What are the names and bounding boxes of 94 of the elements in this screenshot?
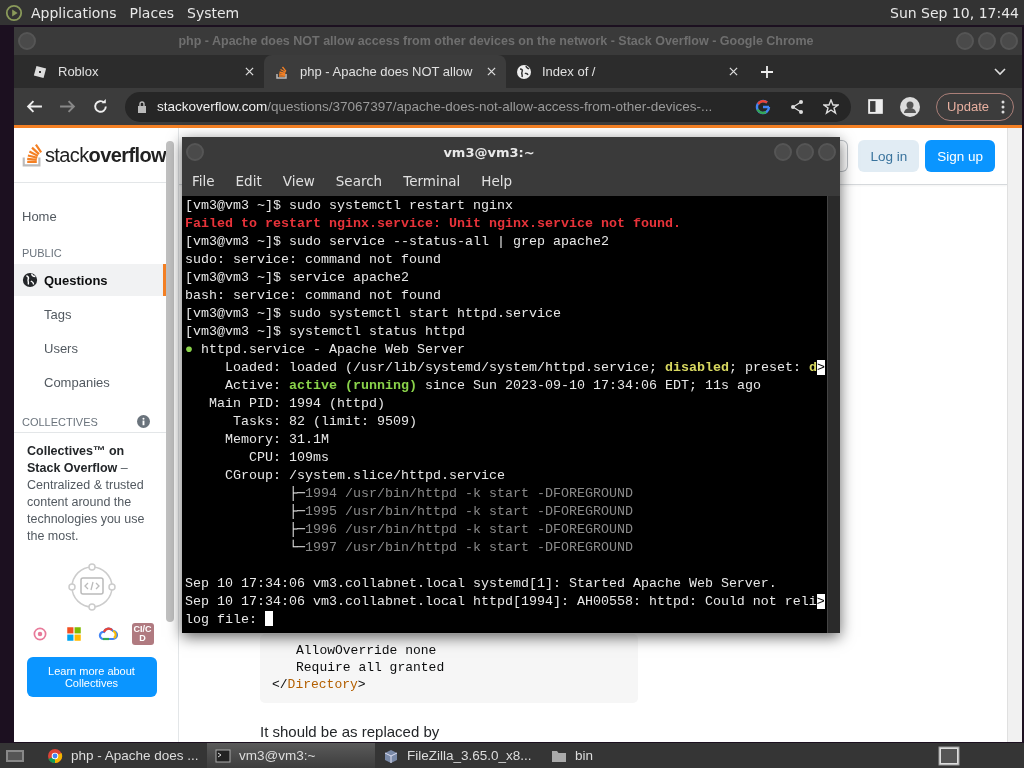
collectives-description: Collectives™ on Stack Overflow – Centralized & trusted content around the technologies you use the most. [27, 443, 146, 545]
terminal-line: log file: [185, 611, 827, 629]
menu-item[interactable]: File [192, 172, 215, 189]
terminal-line: Active: active (running) since Sun 2023-09-10 17:34:06 EDT; 11s ago [224, 377, 762, 395]
scrollbar[interactable] [827, 196, 840, 633]
panel-menu[interactable]: System [187, 4, 240, 21]
terminal-line: [vm3@vm3 ~]$ systemctl status httpd [185, 323, 466, 341]
ci-cd-logo: CI/CD [131, 623, 154, 645]
cloud-logo-icon [97, 625, 118, 643]
taskbar-label: FileZilla_3.65.0_x8... [407, 748, 532, 763]
section-heading: PUBLIC [22, 247, 63, 259]
tab-title: Index of / [542, 64, 597, 79]
share-icon[interactable] [789, 98, 806, 115]
terminal-line: ├─1994 /usr/bin/httpd -k start -DFOREGROUND [287, 485, 634, 503]
menu-item[interactable]: View [282, 172, 315, 189]
info-icon[interactable] [137, 414, 150, 428]
code-line: AllowOverride none [295, 642, 438, 659]
terminal-line: Tasks: 82 (limit: 9509) [232, 413, 418, 431]
log-in-button[interactable]: Log in [858, 140, 920, 172]
terminal-line: Failed to restart nginx.service: Unit nginx.service not found. [185, 215, 682, 233]
scrollbar[interactable] [166, 141, 174, 622]
lock-icon [137, 100, 147, 113]
terminal-line: Sep 10 17:34:06 vm3.collabnet.local systemd[1]: Started Apache Web Server. [185, 575, 778, 593]
menu-logo-icon[interactable] [5, 3, 23, 22]
taskbar-label: php - Apache does ... [71, 748, 199, 763]
terminal-icon [215, 747, 231, 764]
terminal-line: [vm3@vm3 ~]$ service apache2 [185, 269, 410, 287]
google-g-icon[interactable] [755, 98, 772, 115]
panel-menu[interactable]: Applications [31, 4, 117, 21]
logo-text[interactable]: stackoverflow [44, 143, 166, 167]
terminal-line: [vm3@vm3 ~]$ sudo systemctl restart nginx [185, 197, 514, 215]
taskbar-item[interactable]: FileZilla_3.65.0_x8... [375, 743, 543, 768]
terminal-line: sudo: service: command not found [185, 251, 442, 269]
close-icon[interactable] [729, 67, 738, 76]
close-icon[interactable] [487, 67, 496, 76]
browser-tab[interactable]: Roblox [22, 55, 264, 88]
terminal-line: CPU: 109ms [248, 449, 330, 467]
nav-item[interactable]: Users [14, 332, 166, 364]
workspace-icon[interactable] [938, 745, 960, 766]
code-line: </Directory> [272, 676, 367, 693]
window-title: vm3@vm3:~ [442, 144, 536, 160]
taskbar-label: bin [575, 748, 593, 763]
menu-item[interactable]: Terminal [403, 172, 461, 189]
paragraph: It should be as replaced by [260, 723, 441, 740]
menu-item[interactable]: Help [481, 172, 513, 189]
nav-link[interactable]: Home [22, 209, 166, 224]
clock[interactable]: Sun Sep 10, 17:44 [890, 4, 1019, 21]
avatar-icon[interactable] [900, 96, 921, 117]
terminal-line: ● httpd.service - Apache Web Server [185, 341, 466, 359]
taskbar-item[interactable]: vm3@vm3:~ [207, 743, 375, 768]
nav-item[interactable]: Tags [14, 298, 166, 330]
globe-icon [22, 272, 38, 288]
taskbar-item[interactable]: bin [543, 743, 601, 768]
terminal-line: [vm3@vm3 ~]$ sudo service --status-all | grep apache2 [185, 233, 610, 251]
nav-item[interactable]: Questions [14, 264, 166, 296]
terminal-line: Sep 10 17:34:06 vm3.collabnet.local httpd[1994]: AH00558: httpd: Could not reli> [185, 593, 826, 611]
address-bar[interactable]: stackoverflow.com/questions/37067397/apache-does-not-allow-access-from-other-devices-... [125, 91, 852, 122]
globe-icon [516, 63, 532, 80]
plus-icon[interactable] [760, 64, 774, 79]
tab-title: php - Apache does NOT allow [300, 64, 474, 79]
terminal-line: CGroup: /system.slice/httpd.service [224, 467, 506, 485]
tab-title: Roblox [58, 64, 100, 79]
code-bubble-illustration-icon [67, 563, 116, 611]
terminal-line: ├─1996 /usr/bin/httpd -k start -DFOREGROUND [287, 521, 634, 539]
browser-tab[interactable]: php - Apache does NOT allow [264, 55, 506, 88]
menu-item[interactable]: Edit [235, 172, 262, 189]
nav-item[interactable]: Companies [14, 366, 166, 398]
terminal-line: [vm3@vm3 ~]$ sudo systemctl start httpd.service [185, 305, 562, 323]
code-line: Require all granted [295, 659, 446, 676]
terminal-line: Loaded: loaded (/usr/lib/systemd/system/httpd.service; disabled; preset: d> [224, 359, 826, 377]
close-icon[interactable] [245, 67, 254, 76]
url-text: stackoverflow.com/questions/37067397/apache-does-not-allow-access-from-other-devices-... [157, 99, 714, 114]
taskbar-item[interactable]: php - Apache does ... [39, 743, 207, 768]
browser-tab[interactable]: Index of / [506, 55, 748, 88]
kebab-menu-icon[interactable] [1001, 99, 1005, 114]
terminal-line: └─1997 /usr/bin/httpd -k start -DFOREGROUND [287, 539, 634, 557]
browser-logo-icon [47, 747, 63, 764]
reload-icon[interactable] [92, 98, 109, 115]
section-heading: COLLECTIVES [22, 416, 98, 428]
terminal-line: Memory: 31.1M [224, 431, 330, 449]
menu-item[interactable]: Search [335, 172, 383, 189]
sidebar-panel-icon[interactable] [867, 98, 885, 115]
back-arrow-icon[interactable] [26, 98, 43, 115]
star-icon[interactable] [823, 98, 840, 115]
stack-logo-icon[interactable] [22, 141, 43, 169]
terminal-line: ├─1995 /usr/bin/httpd -k start -DFOREGROUND [287, 503, 634, 521]
package-icon [383, 747, 399, 764]
chevron-down-icon[interactable] [994, 67, 1006, 76]
show-desktop-icon[interactable] [5, 747, 25, 764]
forward-arrow-icon[interactable] [59, 98, 76, 115]
terminal-line: bash: service: command not found [185, 287, 442, 305]
terminal-line: Main PID: 1994 (httpd) [208, 395, 386, 413]
panel-menu[interactable]: Places [129, 4, 175, 21]
taskbar-label: vm3@vm3:~ [239, 748, 316, 763]
